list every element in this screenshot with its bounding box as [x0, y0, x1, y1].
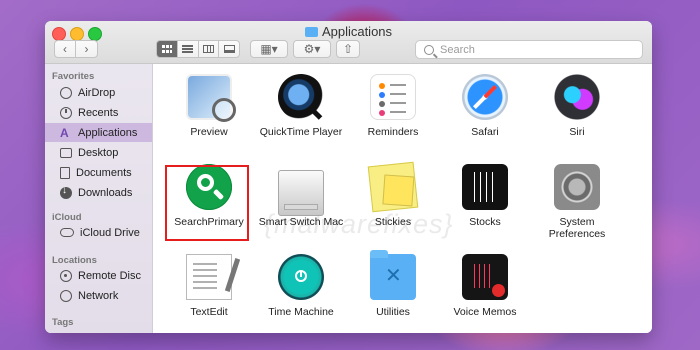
- sidebar-item-downloads[interactable]: Downloads: [45, 183, 152, 202]
- safari-icon: [462, 74, 508, 120]
- finder-window: Applications ‹ › ▦▾ ⚙▾ ⇧ Search Favorite…: [45, 21, 652, 333]
- gear-icon: [554, 164, 600, 210]
- sidebar-item-icloud-drive[interactable]: iCloud Drive: [45, 223, 152, 242]
- siri-icon: [554, 74, 600, 120]
- cloud-icon: [60, 228, 74, 237]
- titlebar: Applications ‹ › ▦▾ ⚙▾ ⇧ Search: [45, 21, 652, 64]
- sidebar-item-network[interactable]: Network: [45, 286, 152, 305]
- sidebar-item-documents[interactable]: Documents: [45, 163, 152, 182]
- app-quicktime-player[interactable]: QuickTime Player: [255, 74, 347, 138]
- share-button[interactable]: ⇧: [336, 40, 360, 58]
- app-time-machine[interactable]: Time Machine: [255, 254, 347, 318]
- forward-button[interactable]: ›: [76, 40, 98, 58]
- grid-menu-icon: ▦▾: [260, 42, 278, 56]
- chevron-left-icon: ‹: [63, 42, 67, 56]
- column-view-icon: [202, 45, 214, 53]
- icon-view-button[interactable]: [156, 40, 177, 58]
- sidebar: Favorites AirDrop Recents Applications D…: [45, 64, 153, 333]
- time-machine-icon: [278, 254, 324, 300]
- sidebar-section-tags: Tags: [52, 317, 74, 328]
- action-button[interactable]: ⚙▾: [293, 40, 331, 58]
- app-system-preferences[interactable]: System Preferences: [531, 164, 623, 240]
- clock-icon: [60, 106, 72, 119]
- reminders-icon: [370, 74, 416, 120]
- gallery-view-icon: [223, 45, 235, 53]
- window-title: Applications: [45, 24, 652, 39]
- app-smart-switch-mac[interactable]: Smart Switch Mac: [255, 164, 347, 228]
- textedit-icon: [186, 254, 232, 300]
- airdrop-icon: [60, 86, 72, 99]
- view-mode-control: [156, 40, 240, 58]
- document-icon: [60, 166, 70, 179]
- sidebar-item-remote-disc[interactable]: Remote Disc: [45, 266, 152, 285]
- sidebar-item-desktop[interactable]: Desktop: [45, 143, 152, 162]
- chevron-right-icon: ›: [84, 42, 89, 56]
- gallery-view-button[interactable]: [218, 40, 240, 58]
- sidebar-section-icloud: iCloud: [52, 212, 82, 223]
- list-view-button[interactable]: [176, 40, 198, 58]
- stocks-icon: [462, 164, 508, 210]
- search-field[interactable]: Search: [415, 40, 643, 59]
- network-icon: [60, 289, 72, 302]
- sidebar-section-favorites: Favorites: [52, 71, 95, 82]
- sidebar-item-recents[interactable]: Recents: [45, 103, 152, 122]
- group-by-button[interactable]: ▦▾: [250, 40, 288, 58]
- icon-view-icon: [161, 45, 172, 53]
- app-utilities[interactable]: Utilities: [347, 250, 439, 318]
- preview-icon: [186, 74, 236, 122]
- column-view-button[interactable]: [197, 40, 219, 58]
- app-siri[interactable]: Siri: [531, 74, 623, 138]
- sidebar-item-airdrop[interactable]: AirDrop: [45, 83, 152, 102]
- folder-icon: [304, 27, 318, 37]
- desktop-icon: [60, 147, 72, 158]
- app-textedit[interactable]: TextEdit: [163, 254, 255, 318]
- app-preview[interactable]: Preview: [163, 74, 255, 138]
- voice-memos-icon: [462, 254, 508, 300]
- app-voice-memos[interactable]: Voice Memos: [439, 254, 531, 318]
- search-icon: [424, 44, 434, 55]
- sidebar-section-locations: Locations: [52, 255, 97, 266]
- app-reminders[interactable]: Reminders: [347, 74, 439, 138]
- gear-icon: ⚙▾: [303, 42, 321, 56]
- sticky-note-icon: [367, 161, 419, 213]
- applications-icon: [60, 126, 72, 140]
- drive-icon: [278, 170, 324, 216]
- sidebar-item-applications[interactable]: Applications: [45, 123, 152, 142]
- disc-icon: [60, 269, 72, 282]
- app-safari[interactable]: Safari: [439, 74, 531, 138]
- utilities-folder-icon: [370, 250, 416, 300]
- app-stickies[interactable]: Stickies: [347, 161, 439, 228]
- back-button[interactable]: ‹: [54, 40, 76, 58]
- selected-app-highlight: [165, 165, 249, 241]
- list-view-icon: [182, 45, 194, 53]
- quicktime-icon: [278, 74, 324, 120]
- share-icon: ⇧: [342, 42, 354, 56]
- download-icon: [60, 185, 72, 199]
- app-stocks[interactable]: Stocks: [439, 164, 531, 228]
